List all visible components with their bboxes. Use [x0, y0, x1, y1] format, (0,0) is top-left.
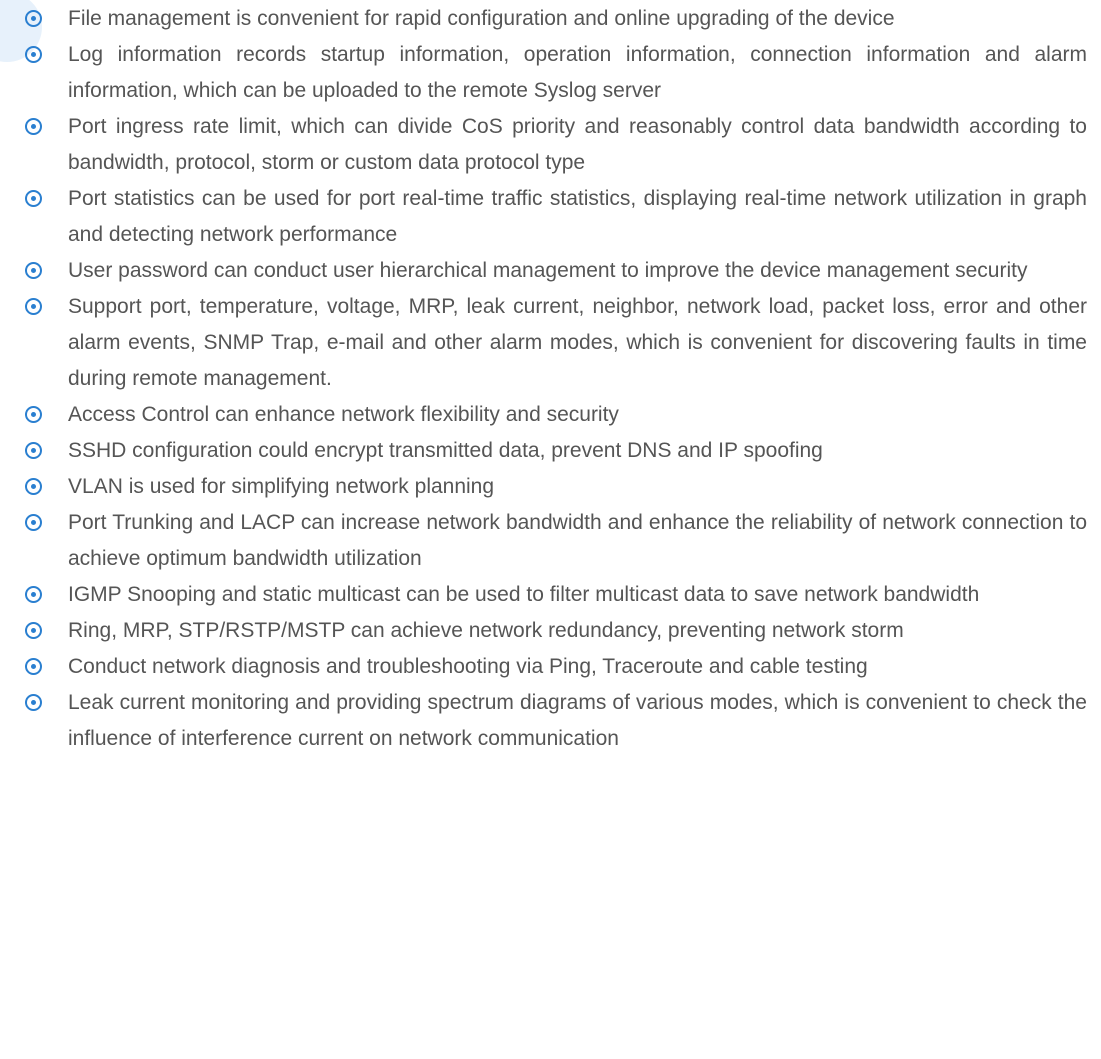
list-item-text: IGMP Snooping and static multicast can b…	[68, 583, 980, 606]
list-item-text: Log information records startup informat…	[68, 43, 1087, 102]
list-item: Access Control can enhance network flexi…	[0, 397, 1101, 433]
list-item: Port statistics can be used for port rea…	[0, 181, 1101, 253]
list-item-text: Port Trunking and LACP can increase netw…	[68, 511, 1087, 570]
list-item-text: Ring, MRP, STP/RSTP/MSTP can achieve net…	[68, 619, 904, 642]
circled-dot-bullet-icon	[25, 10, 42, 27]
list-item: Port ingress rate limit, which can divid…	[0, 109, 1101, 181]
list-item: User password can conduct user hierarchi…	[0, 253, 1101, 289]
list-item-text: SSHD configuration could encrypt transmi…	[68, 439, 823, 462]
list-item: Log information records startup informat…	[0, 37, 1101, 109]
circled-dot-bullet-icon	[25, 658, 42, 675]
list-item: SSHD configuration could encrypt transmi…	[0, 433, 1101, 469]
list-item-text: Conduct network diagnosis and troublesho…	[68, 655, 868, 678]
list-item-text: Access Control can enhance network flexi…	[68, 403, 619, 426]
circled-dot-bullet-icon	[25, 46, 42, 63]
circled-dot-bullet-icon	[25, 406, 42, 423]
list-item: Conduct network diagnosis and troublesho…	[0, 649, 1101, 685]
circled-dot-bullet-icon	[25, 586, 42, 603]
feature-list: File management is convenient for rapid …	[0, 1, 1101, 757]
list-item: Support port, temperature, voltage, MRP,…	[0, 289, 1101, 397]
list-item-text: File management is convenient for rapid …	[68, 7, 895, 30]
list-item-text: User password can conduct user hierarchi…	[68, 259, 1028, 282]
circled-dot-bullet-icon	[25, 442, 42, 459]
circled-dot-bullet-icon	[25, 622, 42, 639]
circled-dot-bullet-icon	[25, 190, 42, 207]
list-item-text: VLAN is used for simplifying network pla…	[68, 475, 495, 498]
circled-dot-bullet-icon	[25, 514, 42, 531]
circled-dot-bullet-icon	[25, 478, 42, 495]
list-item: File management is convenient for rapid …	[0, 1, 1101, 37]
circled-dot-bullet-icon	[25, 118, 42, 135]
list-item: Port Trunking and LACP can increase netw…	[0, 505, 1101, 577]
list-item: IGMP Snooping and static multicast can b…	[0, 577, 1101, 613]
circled-dot-bullet-icon	[25, 262, 42, 279]
list-item-text: Leak current monitoring and providing sp…	[68, 691, 1087, 750]
list-item-text: Port statistics can be used for port rea…	[68, 187, 1087, 246]
list-item: VLAN is used for simplifying network pla…	[0, 469, 1101, 505]
list-item-text: Port ingress rate limit, which can divid…	[68, 115, 1087, 174]
list-item-text: Support port, temperature, voltage, MRP,…	[68, 295, 1087, 390]
list-item: Ring, MRP, STP/RSTP/MSTP can achieve net…	[0, 613, 1101, 649]
circled-dot-bullet-icon	[25, 694, 42, 711]
list-item: Leak current monitoring and providing sp…	[0, 685, 1101, 757]
circled-dot-bullet-icon	[25, 298, 42, 315]
